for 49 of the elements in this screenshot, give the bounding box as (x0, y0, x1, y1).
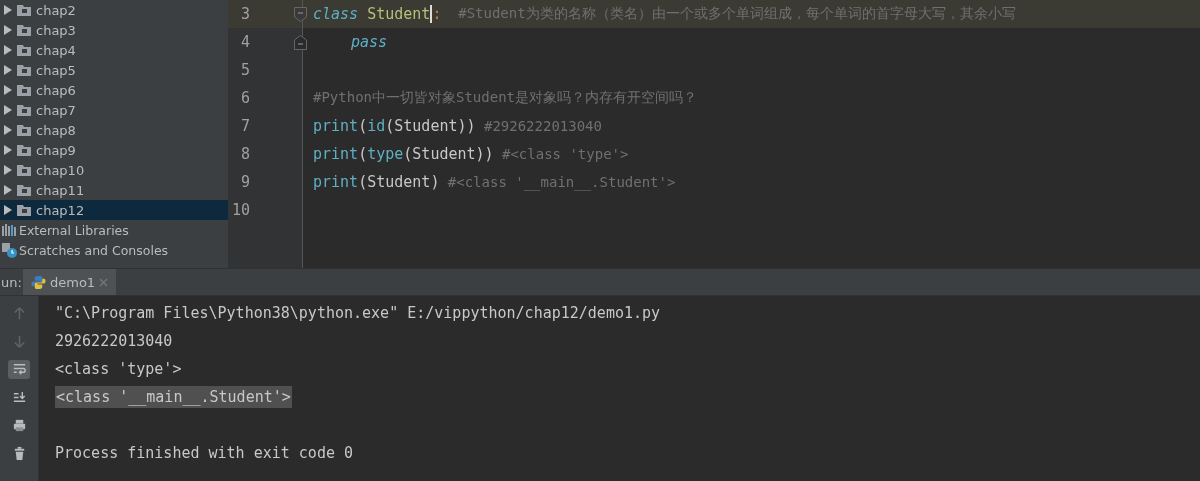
console-line: <class 'type'> (55, 360, 182, 378)
line-number: 8 (239, 145, 250, 163)
tree-item[interactable]: chap7 (0, 100, 228, 120)
folder-icon (17, 144, 31, 156)
code-line: pass (350, 32, 389, 53)
line-number: 5 (239, 61, 250, 79)
line-number: 9 (239, 173, 250, 191)
code-line: print(id(Student)) #2926222013040 (312, 116, 603, 137)
library-icon (1, 222, 17, 238)
tree-item[interactable]: chap6 (0, 80, 228, 100)
line-number: 3 (239, 5, 250, 23)
line-number: 7 (239, 117, 250, 135)
folder-icon (17, 64, 31, 76)
tree-item[interactable]: chap11 (0, 180, 228, 200)
tree-item[interactable]: Scratches and Consoles (0, 240, 228, 260)
console-line: Process finished with exit code 0 (55, 444, 353, 462)
tree-item[interactable]: chap5 (0, 60, 228, 80)
folder-icon (17, 124, 31, 136)
code-line: print(Student) #<class '__main__.Student'> (312, 172, 677, 193)
line-number: 4 (239, 33, 250, 51)
code-line: print(type(Student)) #<class 'type'> (312, 144, 630, 165)
tree-item[interactable]: chap3 (0, 20, 228, 40)
folder-icon (17, 44, 31, 56)
folder-icon (17, 4, 31, 16)
console-line: 2926222013040 (55, 332, 173, 350)
fold-marker-icon[interactable] (294, 6, 307, 22)
folder-icon (17, 84, 31, 96)
python-icon (31, 274, 46, 290)
fold-marker-icon[interactable] (294, 34, 307, 50)
line-number: 6 (239, 89, 250, 107)
folder-icon (17, 104, 31, 116)
folder-icon (17, 184, 31, 196)
tree-item[interactable]: chap12 (0, 200, 228, 220)
scratch-clock-icon (1, 242, 17, 258)
run-tab[interactable]: demo1 (23, 269, 117, 295)
folder-icon (17, 24, 31, 36)
run-label: un: (1, 274, 23, 290)
tree-item[interactable]: chap10 (0, 160, 228, 180)
line-number: 10 (230, 201, 250, 219)
tree-item[interactable]: External Libraries (0, 220, 228, 240)
tree-item[interactable]: chap2 (0, 0, 228, 20)
tree-item[interactable]: chap8 (0, 120, 228, 140)
code-line: #Python中一切皆对象Student是对象吗？内存有开空间吗？ (312, 88, 698, 107)
folder-icon (17, 164, 31, 176)
folder-icon (17, 204, 31, 216)
tree-item[interactable]: chap9 (0, 140, 228, 160)
tree-item[interactable]: chap4 (0, 40, 228, 60)
soft-wrap-icon[interactable] (8, 360, 30, 379)
console-line: "C:\Program Files\Python38\python.exe" E:/vippython/chap12/demo1.py (55, 304, 661, 322)
